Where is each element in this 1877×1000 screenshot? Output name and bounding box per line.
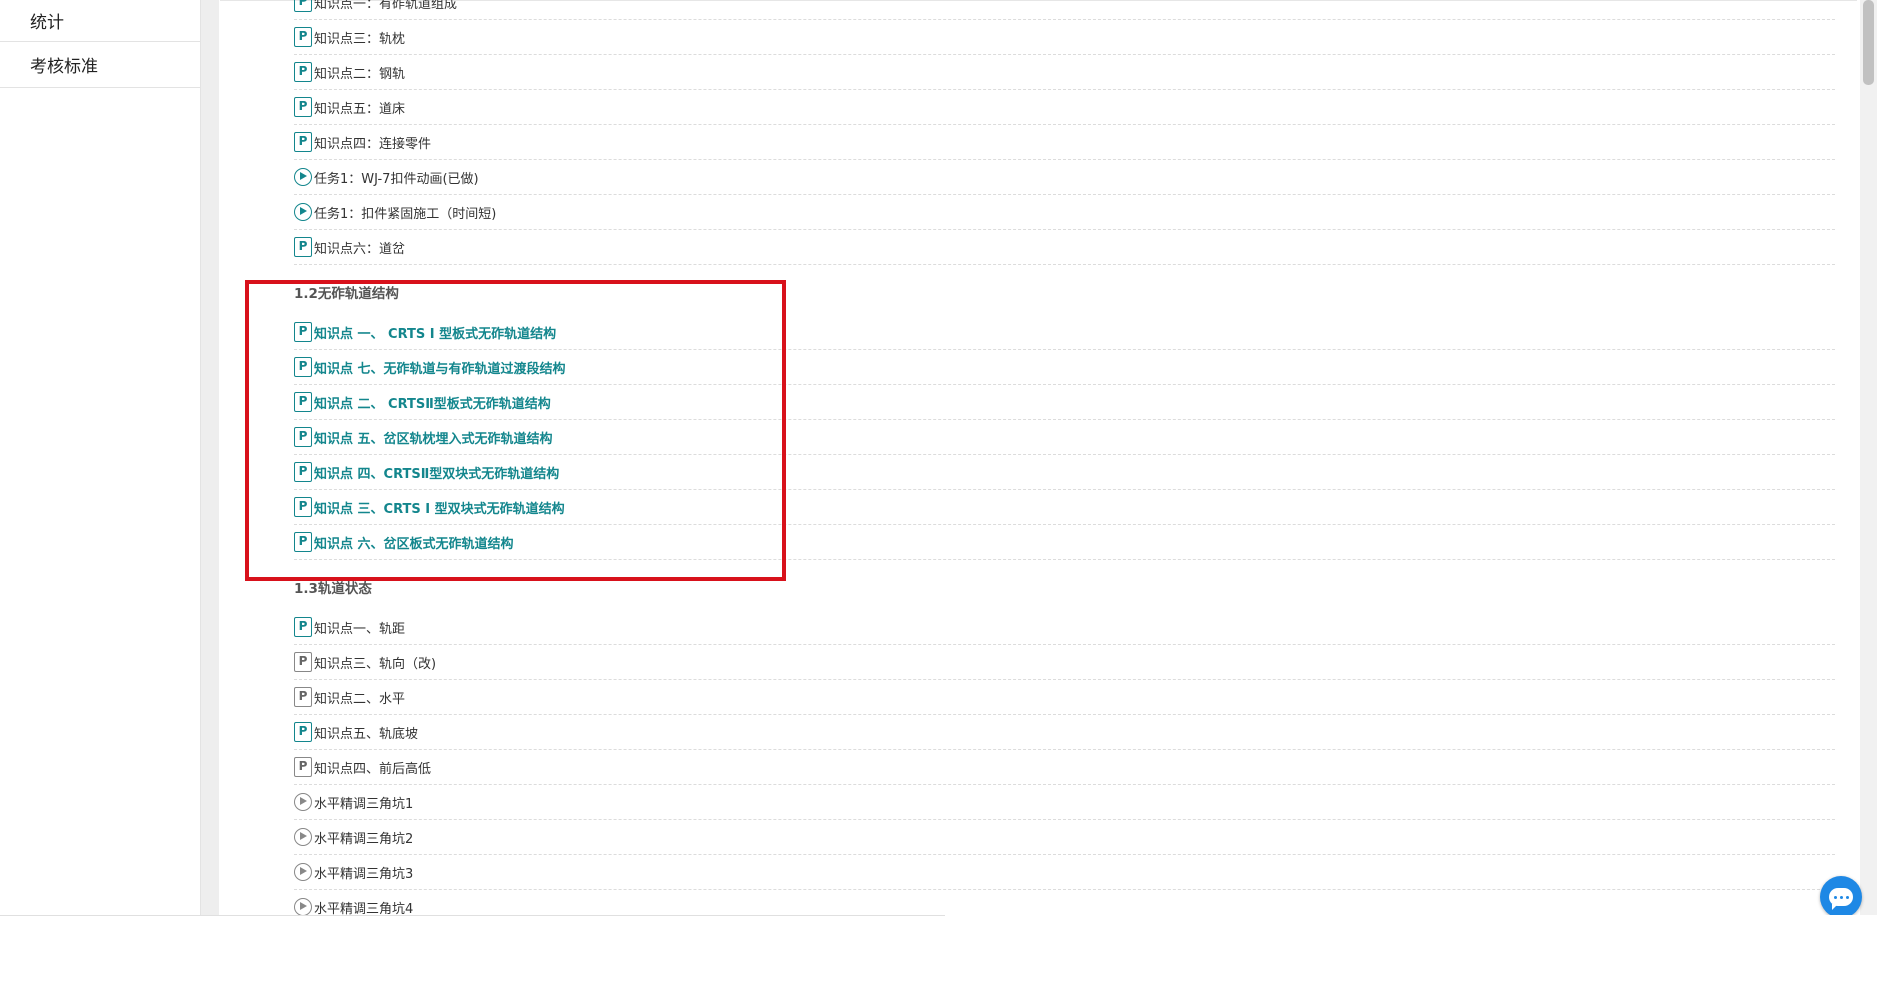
item-label: 知识点三：轨枕 — [314, 31, 406, 47]
item-label: 知识点六：道岔 — [314, 241, 406, 257]
document-p-icon: P — [294, 687, 312, 707]
knowledge-point-item[interactable]: P 知识点四：连接零件 — [294, 125, 1835, 160]
chat-button[interactable] — [1820, 876, 1862, 915]
document-p-icon: P — [294, 617, 312, 637]
item-label: 知识点 六、岔区板式无砟轨道结构 — [314, 536, 514, 552]
document-p-icon: P — [294, 392, 312, 412]
item-label: 知识点 七、无砟轨道与有砟轨道过渡段结构 — [314, 361, 566, 377]
item-label: 任务1：WJ-7扣件动画(已做) — [314, 171, 479, 187]
document-p-icon: P — [294, 62, 312, 82]
knowledge-point-item[interactable]: P 知识点一、轨距 — [294, 610, 1835, 645]
document-p-icon: P — [294, 722, 312, 742]
knowledge-point-item[interactable]: P 知识点五、轨底坡 — [294, 715, 1835, 750]
play-icon — [294, 827, 312, 847]
item-label: 知识点四：连接零件 — [314, 136, 432, 152]
document-p-icon: P — [294, 427, 312, 447]
play-icon — [294, 897, 312, 915]
document-p-icon: P — [294, 757, 312, 777]
scrollbar-thumb[interactable] — [1863, 0, 1874, 85]
item-label: 知识点一、轨距 — [314, 621, 406, 637]
document-p-icon: P — [294, 357, 312, 377]
section-title: 1.2无砟轨道结构 — [294, 286, 399, 302]
task-item[interactable]: 任务1：WJ-7扣件动画(已做) — [294, 160, 1835, 195]
knowledge-point-item[interactable]: P 知识点 七、无砟轨道与有砟轨道过渡段结构 — [294, 350, 1835, 385]
item-label: 知识点 二、 CRTSⅡ型板式无砟轨道结构 — [314, 396, 551, 412]
sidebar-item-assessment-standard[interactable]: 考核标准 — [0, 42, 200, 88]
knowledge-point-item[interactable]: P 知识点 一、 CRTS Ⅰ 型板式无砟轨道结构 — [294, 315, 1835, 350]
play-icon — [294, 167, 312, 187]
knowledge-point-item[interactable]: P 知识点 四、CRTSⅡ型双块式无砟轨道结构 — [294, 455, 1835, 490]
item-label: 知识点四、前后高低 — [314, 761, 432, 777]
knowledge-point-item[interactable]: P 知识点 三、CRTS Ⅰ 型双块式无砟轨道结构 — [294, 490, 1835, 525]
knowledge-point-item[interactable]: P 知识点 五、岔区轨枕埋入式无砟轨道结构 — [294, 420, 1835, 455]
vertical-scrollbar[interactable] — [1860, 0, 1877, 915]
knowledge-point-item[interactable]: P 知识点三、轨向（改) — [294, 645, 1835, 680]
document-p-icon: P — [294, 462, 312, 482]
item-label: 任务1：扣件紧固施工（时间短) — [314, 206, 497, 222]
task-item[interactable]: 水平精调三角坑1 — [294, 785, 1835, 820]
document-p-icon: P — [294, 322, 312, 342]
document-p-icon: P — [294, 27, 312, 47]
play-icon — [294, 202, 312, 222]
item-label: 知识点五：道床 — [314, 101, 406, 117]
item-label: 知识点一：有砟轨道组成 — [314, 0, 458, 12]
item-label: 知识点 四、CRTSⅡ型双块式无砟轨道结构 — [314, 466, 560, 482]
sidebar-item-label: 统计 — [30, 13, 64, 33]
knowledge-point-item[interactable]: P 知识点一：有砟轨道组成 — [294, 0, 1835, 20]
knowledge-point-item[interactable]: P 知识点六：道岔 — [294, 230, 1835, 265]
knowledge-point-item[interactable]: P 知识点五：道床 — [294, 90, 1835, 125]
item-label: 知识点三、轨向（改) — [314, 656, 437, 672]
document-p-icon: P — [294, 0, 312, 12]
document-p-icon: P — [294, 497, 312, 517]
item-label: 知识点 一、 CRTS Ⅰ 型板式无砟轨道结构 — [314, 326, 557, 342]
knowledge-point-item[interactable]: P 知识点三：轨枕 — [294, 20, 1835, 55]
item-label: 知识点 三、CRTS Ⅰ 型双块式无砟轨道结构 — [314, 501, 565, 517]
knowledge-point-item[interactable]: P 知识点 二、 CRTSⅡ型板式无砟轨道结构 — [294, 385, 1835, 420]
main-content: P 知识点一：有砟轨道组成 P 知识点三：轨枕 P 知识点二：钢轨 P 知识点五：道床 P 知识点… — [220, 0, 1857, 915]
document-p-icon: P — [294, 652, 312, 672]
item-label: 水平精调三角坑3 — [314, 866, 414, 882]
task-item[interactable]: 水平精调三角坑3 — [294, 855, 1835, 890]
page-viewport: 统计 考核标准 P 知识点一：有砟轨道组成 P 知识点三：轨枕 P 知识点二：钢轨 P 知识点… — [0, 0, 1877, 915]
document-p-icon: P — [294, 532, 312, 552]
sidebar-item-label: 考核标准 — [30, 57, 98, 77]
item-label: 知识点 五、岔区轨枕埋入式无砟轨道结构 — [314, 431, 553, 447]
document-p-icon: P — [294, 237, 312, 257]
knowledge-point-item[interactable]: P 知识点二、水平 — [294, 680, 1835, 715]
divider — [0, 915, 945, 916]
section-title: 1.3轨道状态 — [294, 581, 372, 597]
item-label: 知识点二：钢轨 — [314, 66, 406, 82]
content-gutter — [201, 0, 219, 915]
task-item[interactable]: 任务1：扣件紧固施工（时间短) — [294, 195, 1835, 230]
item-label: 知识点二、水平 — [314, 691, 406, 707]
knowledge-point-item[interactable]: P 知识点四、前后高低 — [294, 750, 1835, 785]
sidebar: 统计 考核标准 — [0, 0, 201, 915]
play-icon — [294, 792, 312, 812]
task-item[interactable]: 水平精调三角坑4 — [294, 890, 1835, 915]
document-p-icon: P — [294, 97, 312, 117]
item-label: 水平精调三角坑2 — [314, 831, 414, 847]
item-label: 知识点五、轨底坡 — [314, 726, 419, 742]
knowledge-point-item[interactable]: P 知识点 六、岔区板式无砟轨道结构 — [294, 525, 1835, 560]
course-list: P 知识点一：有砟轨道组成 P 知识点三：轨枕 P 知识点二：钢轨 P 知识点五：道床 P 知识点… — [294, 0, 1835, 915]
sidebar-item-statistics[interactable]: 统计 — [0, 0, 200, 42]
play-icon — [294, 862, 312, 882]
item-label: 水平精调三角坑4 — [314, 901, 414, 916]
task-item[interactable]: 水平精调三角坑2 — [294, 820, 1835, 855]
document-p-icon: P — [294, 132, 312, 152]
chat-icon — [1829, 888, 1853, 910]
knowledge-point-item[interactable]: P 知识点二：钢轨 — [294, 55, 1835, 90]
item-label: 水平精调三角坑1 — [314, 796, 414, 812]
